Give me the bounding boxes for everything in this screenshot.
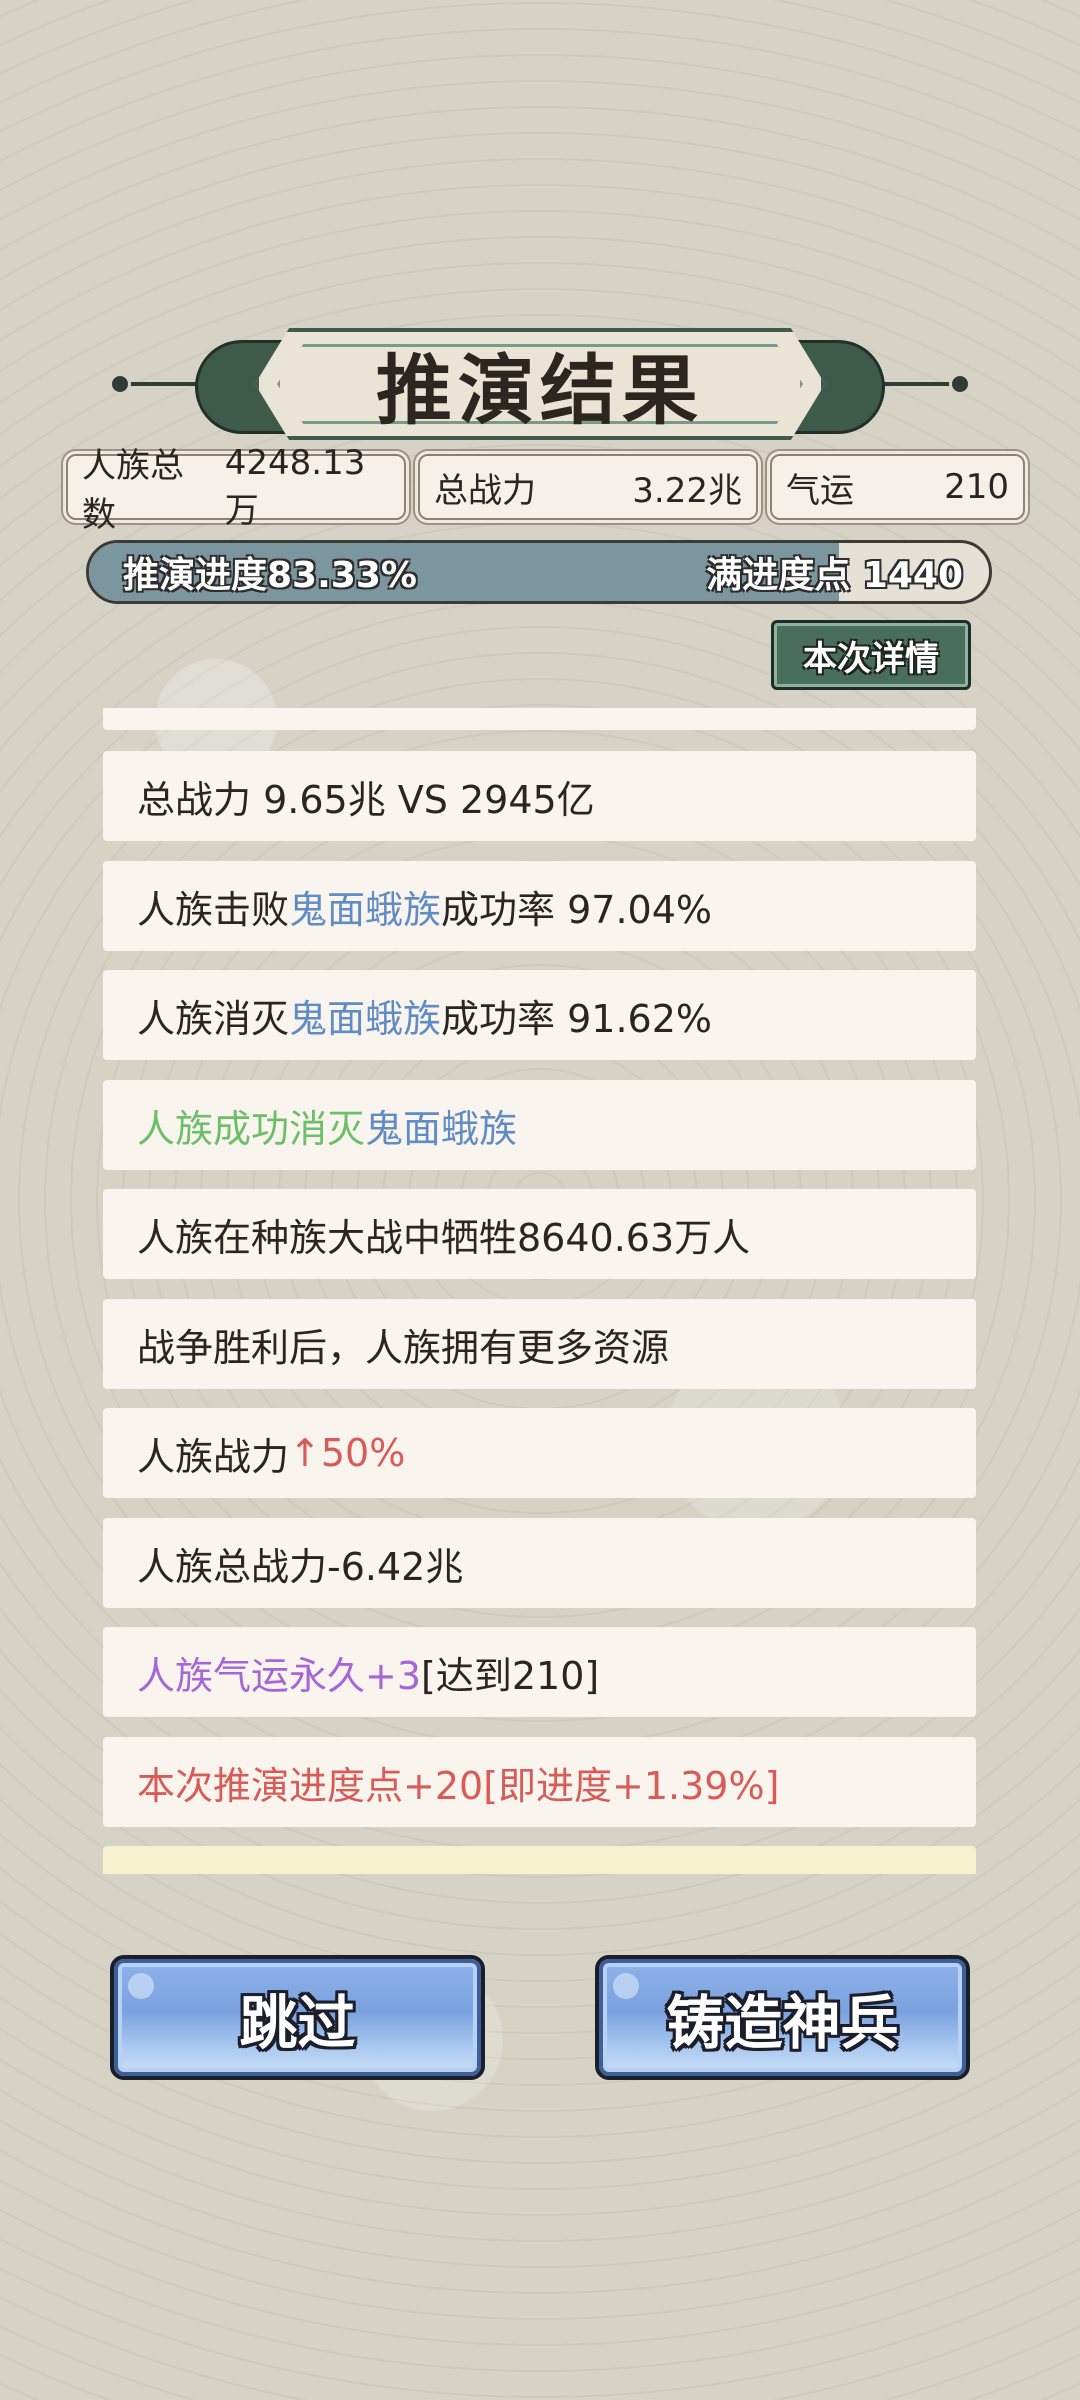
result-row: 本次推演进度点+20[即进度+1.39%] — [103, 1737, 976, 1827]
result-text: 鬼面蛾族 — [289, 887, 442, 932]
result-text: 成功率 91.62% — [441, 996, 713, 1041]
result-row: 战争胜利后，人族拥有更多资源 — [103, 1299, 976, 1389]
banner-right-knob — [949, 373, 971, 395]
population-value: 4248.13万 — [224, 442, 366, 531]
result-row: 人族总战力-6.42兆 — [103, 1518, 976, 1608]
progress-max-label: 满进度点 1440 — [706, 555, 963, 596]
cloud-decoration — [128, 1973, 154, 1999]
result-text: 鬼面蛾族 — [289, 996, 442, 1041]
cloud-decoration — [613, 1973, 639, 1999]
skip-button-label: 跳过 — [239, 1988, 356, 2057]
total-power-stat: 总战力 3.22兆 — [418, 454, 758, 520]
luck-stat: 气运 210 — [770, 454, 1025, 520]
result-text: 成功率 97.04% — [441, 887, 713, 932]
progress-label: 推演进度83.33% — [123, 555, 417, 596]
result-text: 人族气运永久+3 — [137, 1653, 422, 1698]
result-row: 人族战力 ↑50% — [103, 1408, 976, 1498]
luck-label: 气运 — [786, 470, 854, 511]
total-power-value: 3.22兆 — [632, 470, 742, 511]
result-text: 人族成功消灭 — [137, 1106, 366, 1151]
result-text: 人族在种族大战中牺牲8640.63万人 — [137, 1215, 751, 1260]
page-title: 推演结果 — [376, 346, 704, 435]
deduction-progress-bar: 推演进度83.33% 满进度点 1440 — [86, 540, 992, 604]
list-item-partial-top — [103, 708, 976, 730]
banner-plate: 推演结果 — [255, 328, 825, 440]
result-row: 人族击败 鬼面蛾族 成功率 97.04% — [103, 861, 976, 951]
result-row: 人族在种族大战中牺牲8640.63万人 — [103, 1189, 976, 1279]
population-label: 人族总数 — [82, 446, 184, 535]
result-text: 人族消灭 — [137, 996, 290, 1041]
result-row: 人族气运永久+3 [达到210] — [103, 1627, 976, 1717]
result-text: ↑50% — [289, 1431, 406, 1475]
title-banner: 推演结果 — [109, 320, 971, 450]
total-power-label: 总战力 — [434, 470, 536, 511]
result-text: [达到210] — [421, 1653, 600, 1698]
result-text: 战争胜利后，人族拥有更多资源 — [137, 1325, 670, 1370]
forge-weapon-button[interactable]: 铸造神兵 — [595, 1955, 970, 2080]
banner-left-knob — [109, 373, 131, 395]
result-text: 人族击败 — [137, 887, 290, 932]
population-stat: 人族总数 4248.13万 — [66, 443, 406, 535]
luck-value: 210 — [944, 467, 1009, 507]
details-button[interactable]: 本次详情 — [771, 620, 971, 690]
result-list[interactable]: 总战力 9.65兆 VS 2945亿 人族击败 鬼面蛾族 成功率 97.04% 人族消灭… — [103, 708, 976, 1874]
result-text: 总战力 9.65兆 VS 2945亿 — [137, 777, 595, 822]
result-row: 人族消灭 鬼面蛾族 成功率 91.62% — [103, 970, 976, 1060]
result-text: 本次推演进度点+20[即进度+1.39%] — [137, 1763, 780, 1808]
result-row: 人族成功消灭 鬼面蛾族 — [103, 1080, 976, 1170]
result-text: 鬼面蛾族 — [365, 1106, 518, 1151]
result-text: 人族总战力-6.42兆 — [137, 1544, 464, 1589]
result-text: 人族战力 — [137, 1434, 290, 1479]
skip-button[interactable]: 跳过 — [110, 1955, 485, 2080]
result-row: 总战力 9.65兆 VS 2945亿 — [103, 751, 976, 841]
forge-weapon-button-label: 铸造神兵 — [666, 1988, 899, 2057]
list-item-partial-bottom — [103, 1846, 976, 1874]
